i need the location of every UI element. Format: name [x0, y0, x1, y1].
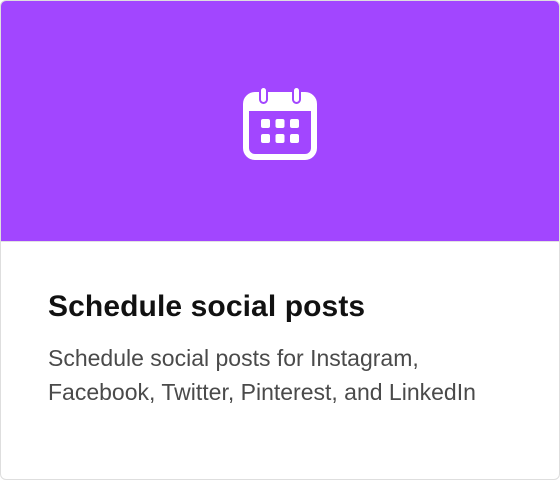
card-description-line-1: Schedule social posts for Instagram, — [48, 345, 419, 371]
schedule-social-posts-card[interactable]: Schedule social posts Schedule social po… — [0, 0, 560, 480]
calendar-icon — [243, 86, 317, 160]
card-description: Schedule social posts for Instagram, Fac… — [48, 341, 548, 409]
card-title: Schedule social posts — [48, 290, 366, 323]
card-divider — [1, 241, 559, 242]
card-hero-banner — [1, 1, 559, 241]
card-body: Schedule social posts Schedule social po… — [48, 287, 548, 409]
card-description-line-2: Facebook, Twitter, Pinterest, and Linked… — [48, 379, 476, 405]
